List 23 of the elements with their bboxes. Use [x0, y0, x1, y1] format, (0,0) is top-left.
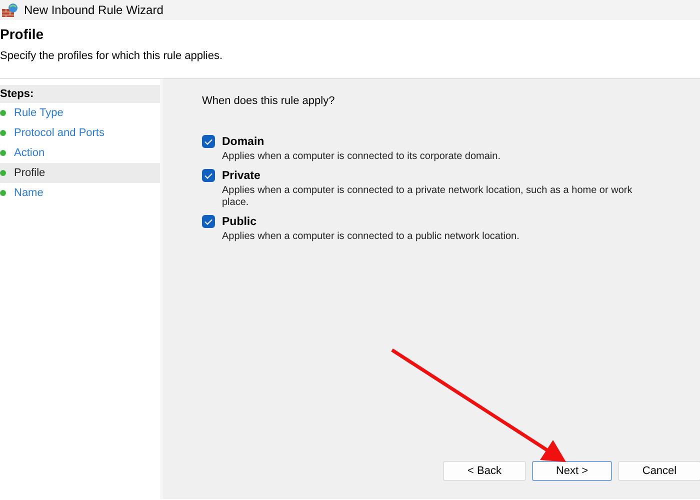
wizard-button[interactable]: < Back — [443, 461, 526, 481]
wizard-button[interactable]: Next > — [532, 461, 612, 481]
step-item[interactable]: Rule Type — [0, 103, 160, 123]
profile-description: Applies when a computer is connected to its corporate domain. — [222, 151, 502, 163]
profile-label: Private — [222, 170, 260, 182]
page-title: Profile — [0, 26, 45, 42]
step-item[interactable]: Profile — [0, 163, 160, 183]
question-text: When does this rule apply? — [202, 95, 336, 107]
profile-description: Applies when a computer is connected to a public network location. — [222, 231, 520, 243]
step-item[interactable]: Name — [0, 183, 160, 203]
profile-checkbox[interactable] — [202, 169, 215, 182]
wizard-button[interactable]: Cancel — [618, 461, 700, 481]
step-item[interactable]: Action — [0, 143, 160, 163]
steps-heading: Steps: — [0, 85, 160, 103]
step-item[interactable]: Protocol and Ports — [0, 123, 160, 143]
profile-label: Public — [222, 216, 257, 228]
page-subtitle: Specify the profiles for which this rule applies. — [0, 50, 224, 62]
profile-label: Domain — [222, 136, 264, 148]
profile-checkbox[interactable] — [202, 135, 215, 148]
firewall-icon — [2, 3, 18, 17]
profile-description: Applies when a computer is connected to a private network location, such as a home or work place. — [222, 185, 634, 209]
profile-checkbox[interactable] — [202, 215, 215, 228]
window-title: New Inbound Rule Wizard — [24, 3, 164, 17]
